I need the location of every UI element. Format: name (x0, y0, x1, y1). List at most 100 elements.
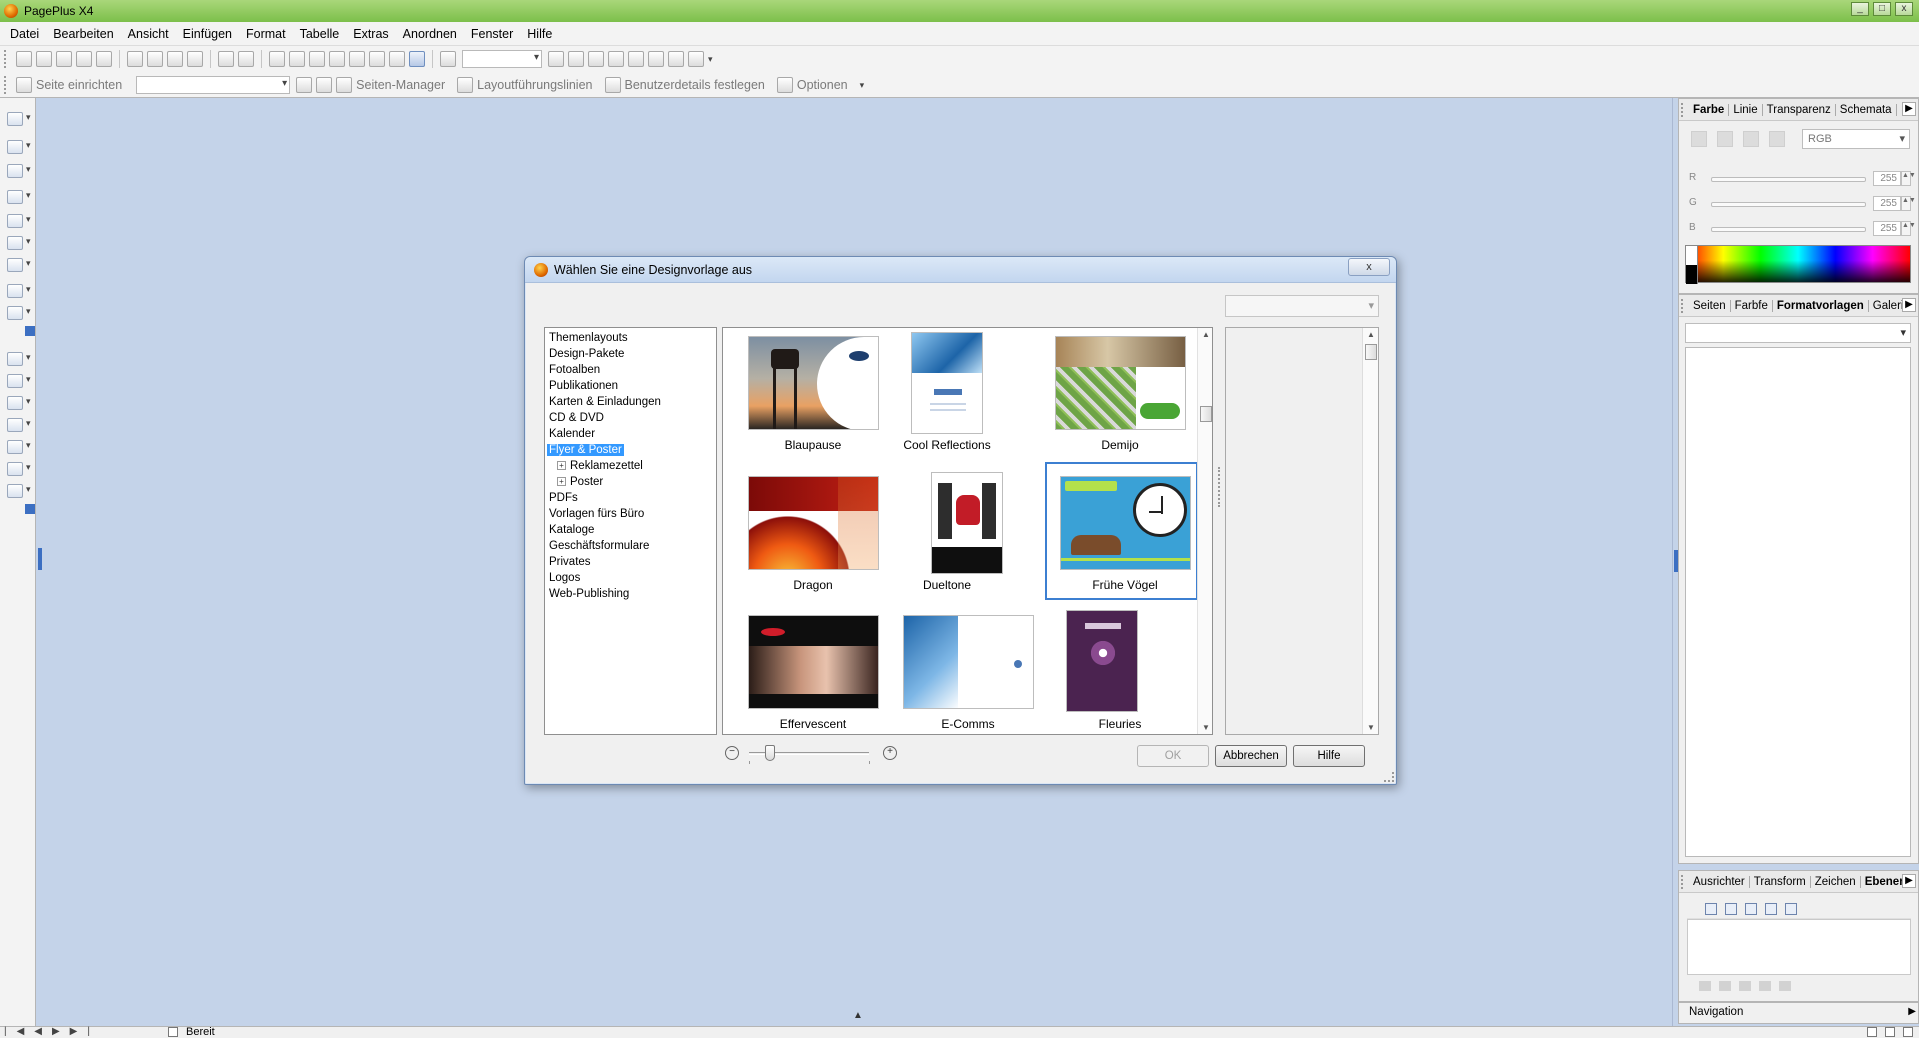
category-publikationen[interactable]: Publikationen (549, 378, 716, 394)
toolbar-more-icon[interactable]: ▾ (860, 80, 870, 90)
menu-datei[interactable]: Datei (10, 27, 39, 41)
help-button[interactable]: Hilfe (1293, 745, 1365, 767)
template-thumb-cool-reflections[interactable] (911, 332, 983, 434)
tab-transparenz[interactable]: Transparenz (1763, 103, 1836, 116)
category-design-pakete[interactable]: Design-Pakete (549, 346, 716, 362)
ok-button[interactable]: OK (1137, 745, 1209, 767)
resize-grip[interactable] (1384, 772, 1394, 782)
table-tool-icon[interactable] (7, 164, 31, 178)
group-icon[interactable] (269, 51, 285, 67)
expand-plus-icon[interactable]: + (557, 461, 566, 471)
template-caption-effervescent[interactable]: Effervescent (738, 717, 888, 734)
open-folder-icon[interactable] (36, 51, 52, 67)
category-geschaeftsformulare[interactable]: Geschäftsformulare (549, 538, 716, 554)
cut-icon[interactable] (127, 51, 143, 67)
template-thumb-fleuries[interactable] (1066, 610, 1138, 712)
landscape-icon[interactable] (296, 76, 313, 93)
black-white-swatch[interactable] (1686, 246, 1698, 284)
scroll-down-icon[interactable]: ▼ (1367, 723, 1375, 732)
toolbar-more-icon[interactable]: ▾ (708, 54, 718, 64)
styles-category-select[interactable] (1685, 323, 1911, 343)
category-kalender[interactable]: Kalender (549, 426, 716, 442)
red-value-input[interactable]: 255 (1873, 171, 1901, 186)
options-button[interactable]: Optionen (797, 78, 848, 92)
transparency-tool-icon[interactable] (7, 418, 31, 432)
format-painter-icon[interactable] (187, 51, 203, 67)
move-layer-up-icon[interactable] (1739, 981, 1751, 991)
minimize-button[interactable]: _ (1851, 2, 1869, 16)
maximize-button[interactable]: □ (1873, 2, 1891, 16)
zoom-out-icon[interactable] (568, 51, 584, 67)
template-thumb-effervescent[interactable] (748, 615, 879, 709)
scroll-thumb[interactable] (1200, 406, 1212, 422)
menu-hilfe[interactable]: Hilfe (527, 27, 552, 41)
lock-icon[interactable] (1785, 902, 1797, 915)
user-details-icon[interactable] (604, 76, 621, 93)
bring-to-front-icon[interactable] (369, 51, 385, 67)
category-fotoalben[interactable]: Fotoalben (549, 362, 716, 378)
category-kataloge[interactable]: Kataloge (549, 522, 716, 538)
category-karten-einladungen[interactable]: Karten & Einladungen (549, 394, 716, 410)
scroll-up-icon[interactable]: ▲ (1367, 330, 1375, 339)
rotate-icon[interactable] (349, 51, 365, 67)
menu-fenster[interactable]: Fenster (471, 27, 513, 41)
transform-tool-icon[interactable] (7, 352, 31, 366)
connector-tool-icon[interactable] (7, 236, 31, 250)
preview-scrollbar[interactable]: ▲ ▼ (1362, 328, 1378, 734)
template-thumb-dueltone[interactable] (931, 472, 1003, 574)
zoom-slider-handle[interactable] (765, 745, 775, 761)
shadow-tool-icon[interactable] (7, 374, 31, 388)
page-width-icon[interactable] (648, 51, 664, 67)
grid-icon[interactable] (668, 51, 684, 67)
tab-formatvorlagen[interactable]: Formatvorlagen (1773, 299, 1869, 312)
page-manager-button[interactable]: Seiten-Manager (356, 78, 445, 92)
new-document-icon[interactable] (16, 51, 32, 67)
print-preview-icon[interactable] (96, 51, 112, 67)
save-icon[interactable] (56, 51, 72, 67)
template-caption-fleuries[interactable]: Fleuries (1045, 717, 1195, 734)
category-pdfs[interactable]: PDFs (549, 490, 716, 506)
flip-vertical-icon[interactable] (329, 51, 345, 67)
line-color-icon[interactable] (1717, 131, 1733, 147)
green-spinner[interactable]: ▲▼ (1901, 196, 1916, 211)
expand-toolbar-icon[interactable] (25, 504, 35, 514)
move-layer-down-icon[interactable] (1759, 981, 1771, 991)
pencil-tool-icon[interactable] (7, 214, 31, 228)
pan-hand-icon[interactable] (588, 51, 604, 67)
tab-zeichen[interactable]: Zeichen (1811, 875, 1861, 888)
panel-menu-icon[interactable]: ▶ (1902, 102, 1916, 116)
layers-list[interactable] (1687, 919, 1911, 975)
menu-extras[interactable]: Extras (353, 27, 388, 41)
green-slider[interactable] (1711, 202, 1866, 207)
gallery-tool-icon[interactable] (7, 306, 31, 320)
zoom-icon[interactable] (440, 51, 456, 67)
left-panel-toggle-icon[interactable] (38, 548, 42, 570)
close-window-button[interactable]: x (1895, 2, 1913, 16)
template-thumb-demijo[interactable] (1055, 336, 1186, 430)
single-page-view-icon[interactable] (1867, 1027, 1877, 1037)
menu-format[interactable]: Format (246, 27, 286, 41)
tab-farbe[interactable]: Farbe (1689, 103, 1730, 116)
page-size-combo[interactable] (136, 75, 291, 94)
blue-slider[interactable] (1711, 227, 1866, 232)
category-logos[interactable]: Logos (549, 570, 716, 586)
page-navigation-icons[interactable]: |◀◀▶▶| (4, 1026, 100, 1037)
print-icon[interactable] (76, 51, 92, 67)
red-spinner[interactable]: ▲▼ (1901, 171, 1916, 186)
layout-guides-icon[interactable] (457, 76, 474, 93)
distribute-icon[interactable] (628, 51, 644, 67)
scroll-thumb[interactable] (1365, 344, 1377, 360)
category-themenlayouts[interactable]: Themenlayouts (549, 330, 716, 346)
visibility-eye-icon[interactable] (1725, 902, 1737, 915)
category-flyer-poster[interactable]: Flyer & Poster (547, 442, 716, 458)
layer-properties-icon[interactable] (1779, 981, 1791, 991)
dialog-close-button[interactable]: x (1348, 258, 1390, 276)
3d-tool-icon[interactable] (7, 440, 31, 454)
category-vorlagen-buero[interactable]: Vorlagen fürs Büro (549, 506, 716, 522)
pointer-tool-icon[interactable] (7, 112, 31, 126)
template-thumb-blaupause[interactable] (748, 336, 879, 430)
color-spectrum[interactable] (1685, 245, 1911, 284)
cancel-button[interactable]: Abbrechen (1215, 745, 1287, 767)
menu-ansicht[interactable]: Ansicht (128, 27, 169, 41)
tab-linie[interactable]: Linie (1729, 103, 1763, 116)
